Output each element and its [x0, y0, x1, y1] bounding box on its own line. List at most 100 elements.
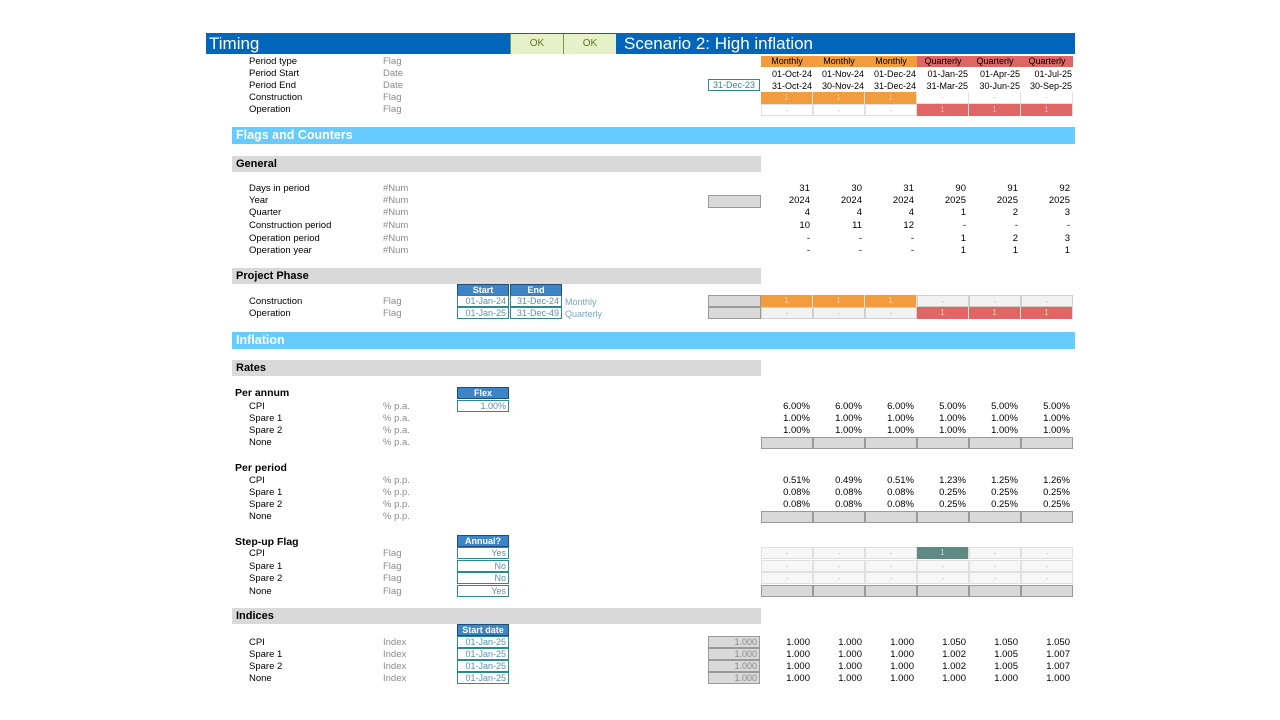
index-start-date-input[interactable]: 01-Jan-25	[457, 648, 509, 660]
value-cell: 2025	[944, 195, 966, 206]
phase-flag-cell: -	[865, 307, 917, 319]
period-end-cell: 31-Oct-24	[771, 81, 812, 91]
value-cell: 1.000	[890, 637, 914, 648]
value-cell: 1.000	[786, 637, 810, 648]
value-cell: 5.00%	[991, 401, 1018, 412]
value-cell: 31	[903, 183, 914, 194]
value-cell: 1.050	[1046, 637, 1070, 648]
value-cell: 2025	[1048, 195, 1070, 206]
value-cell: 0.25%	[939, 487, 966, 498]
value-cell: 1.000	[838, 673, 862, 684]
row-unit: % p.p.	[383, 499, 410, 510]
phase-flag-cell: 1	[969, 307, 1021, 319]
ok-check-1[interactable]: OK	[510, 34, 563, 54]
value-cell: 1.050	[994, 637, 1018, 648]
row-unit: Flag	[383, 561, 402, 572]
phase-start-input[interactable]: 01-Jan-24	[457, 295, 509, 307]
value-cell: 0.08%	[783, 487, 810, 498]
period-type-cell: Monthly	[813, 56, 865, 67]
stepup-flag-cell: -	[813, 572, 865, 584]
annual-toggle-input[interactable]: Yes	[457, 547, 509, 559]
flex-input[interactable]: 1.00%	[457, 400, 509, 412]
value-cell: 1.26%	[1043, 475, 1070, 486]
row-label: Spare 2	[249, 499, 283, 510]
value-cell: -	[806, 245, 810, 256]
flex-header: Flex	[457, 387, 509, 399]
stepup-flag-cell: -	[813, 547, 865, 559]
value-cell: 0.51%	[783, 475, 810, 486]
group-title-per-annum: Per annum	[235, 387, 290, 399]
row-label: Period type	[249, 56, 298, 67]
row-label: Operation	[249, 104, 291, 115]
stepup-flag-cell: -	[865, 547, 917, 559]
annual-toggle-input[interactable]: No	[457, 572, 509, 584]
period-end-cell: 30-Sep-25	[1029, 81, 1072, 91]
phase-end-input[interactable]: 31-Dec-49	[510, 307, 562, 319]
annual-toggle-input[interactable]: No	[457, 560, 509, 572]
scenario-title: Scenario 2: High inflation	[624, 34, 814, 53]
construction-flag-cell: 1	[865, 92, 917, 104]
row-label: CPI	[249, 401, 265, 412]
row-label: Period End	[249, 80, 297, 91]
phase-flag-cell: 1	[813, 295, 865, 307]
subsection-bar-phase	[232, 268, 761, 284]
value-cell: 1.00%	[887, 413, 914, 424]
phase-start-input[interactable]: 01-Jan-25	[457, 307, 509, 319]
value-cell: 1.00%	[783, 425, 810, 436]
value-cell: 0.08%	[835, 499, 862, 510]
phase-end-input[interactable]: 31-Dec-24	[510, 295, 562, 307]
value-cell: 1.00%	[939, 425, 966, 436]
phase-mode-label: Quarterly	[565, 309, 603, 319]
value-cell: -	[1014, 220, 1018, 231]
row-unit: #Num	[383, 207, 409, 218]
value-cell: 2	[1012, 233, 1018, 244]
stepup-flag-cell: -	[969, 560, 1021, 572]
value-cell: 1	[960, 207, 966, 218]
value-cell: 5.00%	[939, 401, 966, 412]
value-cell: 90	[955, 183, 966, 194]
value-cell: 1.00%	[1043, 425, 1070, 436]
row-unit: Index	[383, 637, 407, 648]
value-cell: 1.00%	[783, 413, 810, 424]
ok-check-2[interactable]: OK	[563, 34, 616, 54]
empty-grey-cell	[761, 437, 813, 449]
stepup-flag-cell: -	[969, 547, 1021, 559]
value-cell: 4	[856, 207, 862, 218]
value-cell: 1.005	[994, 661, 1018, 672]
value-cell: 1.000	[1046, 673, 1070, 684]
period-start-cell: 01-Jul-25	[1034, 69, 1072, 79]
value-cell: -	[858, 233, 862, 244]
empty-grey-cell	[813, 511, 865, 523]
section-title-inflation: Inflation	[236, 333, 285, 347]
row-label: None	[249, 673, 272, 684]
annual-toggle-input[interactable]: Yes	[457, 585, 509, 597]
index-start-date-input[interactable]: 01-Jan-25	[457, 636, 509, 648]
value-cell: 1.000	[890, 673, 914, 684]
value-cell: 92	[1059, 183, 1070, 194]
period-start-cell: 01-Apr-25	[979, 69, 1020, 79]
index-base-cell: 1.000	[708, 636, 760, 648]
value-cell: -	[858, 245, 862, 256]
subsection-title-rates: Rates	[236, 362, 266, 374]
subsection-title-general: General	[236, 158, 277, 170]
value-cell: 0.25%	[1043, 487, 1070, 498]
index-start-date-input[interactable]: 01-Jan-25	[457, 660, 509, 672]
row-unit: Index	[383, 673, 407, 684]
row-unit: % p.a.	[383, 401, 410, 412]
row-label: Construction	[249, 296, 303, 307]
row-unit: % p.a.	[383, 413, 410, 424]
row-unit: % p.p.	[383, 475, 410, 486]
subsection-title-phase: Project Phase	[236, 270, 309, 282]
subsection-title-indices: Indices	[236, 610, 274, 622]
value-cell: 1.000	[838, 661, 862, 672]
group-title-per-period: Per period	[235, 462, 287, 474]
value-cell: 1.000	[786, 649, 810, 660]
value-cell: 6.00%	[835, 401, 862, 412]
anchor-date-cell[interactable]: 31-Dec-23	[708, 79, 760, 91]
stepup-flag-cell: -	[761, 572, 813, 584]
value-cell: 10	[799, 220, 810, 231]
empty-grey-cell	[917, 511, 969, 523]
index-start-date-input[interactable]: 01-Jan-25	[457, 672, 509, 684]
value-cell: 0.25%	[991, 487, 1018, 498]
value-cell: 0.25%	[1043, 499, 1070, 510]
